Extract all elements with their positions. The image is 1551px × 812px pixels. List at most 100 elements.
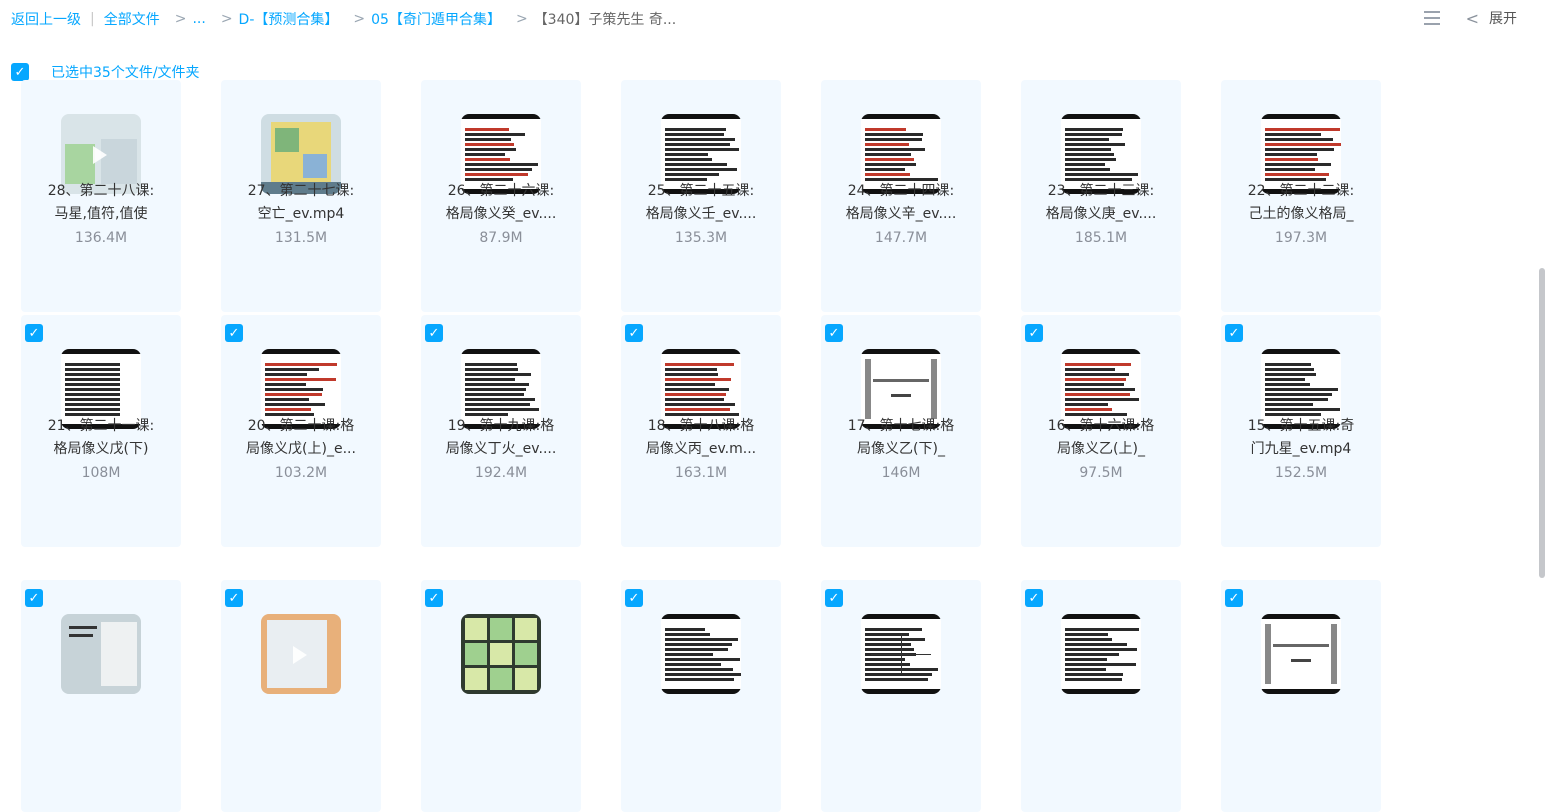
file-checkbox[interactable]: ✓	[25, 324, 43, 342]
separator: |	[90, 11, 95, 27]
file-checkbox[interactable]: ✓	[425, 589, 443, 607]
file-name[interactable]: 18、第十八课:格 局像义丙_ev.m...	[629, 415, 773, 461]
file-checkbox[interactable]: ✓	[425, 324, 443, 342]
thumb-shape	[69, 634, 93, 637]
file-card[interactable]: 28、第二十八课: 马星,值符,值使 136.4M	[21, 80, 181, 312]
thumb-text-line	[865, 143, 909, 146]
file-thumbnail[interactable]	[61, 614, 141, 694]
file-name[interactable]: 16、第十六课:格 局像义乙(上)_	[1029, 415, 1173, 461]
thumb-text-line	[1265, 158, 1318, 161]
thumb-shape	[865, 359, 871, 419]
thumb-text-line	[865, 663, 910, 666]
thumb-text-line	[1265, 128, 1340, 131]
file-card[interactable]: ✓ 15、第十五课:奇 门九星_ev.mp4 152.5M	[1221, 315, 1381, 547]
thumb-letterbox	[1061, 614, 1141, 619]
thumb-text-line	[465, 173, 528, 176]
file-name[interactable]: 20、第二十课:格 局像义戊(上)_e...	[229, 415, 373, 461]
file-name[interactable]: 22、第二十二课: 己土的像义格局_	[1229, 180, 1373, 226]
list-view-icon[interactable]	[1423, 11, 1440, 25]
file-name[interactable]: 27、第二十七课: 空亡_ev.mp4	[229, 180, 373, 226]
file-name[interactable]: 15、第十五课:奇 门九星_ev.mp4	[1229, 415, 1373, 461]
thumb-shape	[1273, 644, 1329, 647]
file-checkbox[interactable]: ✓	[1025, 324, 1043, 342]
expand-button[interactable]: 展开	[1489, 8, 1517, 28]
file-name[interactable]: 26、第二十六课: 格局像义癸_ev....	[429, 180, 573, 226]
file-checkbox[interactable]: ✓	[225, 324, 243, 342]
file-checkbox[interactable]: ✓	[225, 589, 243, 607]
file-name[interactable]: 28、第二十八课: 马星,值符,值使	[29, 180, 173, 226]
file-card[interactable]: 26、第二十六课: 格局像义癸_ev.... 87.9M	[421, 80, 581, 312]
file-card[interactable]: ✓ 21、第二十一课: 格局像义戊(下) 108M	[21, 315, 181, 547]
file-name[interactable]: 23、第二十三课: 格局像义庚_ev....	[1029, 180, 1173, 226]
thumb-text-line	[465, 158, 510, 161]
file-card[interactable]: ✓	[21, 580, 181, 812]
thumb-text-line	[1265, 368, 1314, 371]
thumb-shape	[515, 618, 537, 640]
file-card[interactable]: ✓ 17、第十七课:格 局像义乙(下)_ 146M	[821, 315, 981, 547]
file-checkbox[interactable]: ✓	[1025, 589, 1043, 607]
file-card[interactable]: ✓ 18、第十八课:格 局像义丙_ev.m... 163.1M	[621, 315, 781, 547]
file-card[interactable]: 27、第二十七课: 空亡_ev.mp4 131.5M	[221, 80, 381, 312]
file-size: 163.1M	[674, 465, 728, 481]
chevron-right-icon: >	[353, 11, 366, 27]
file-card[interactable]: 23、第二十三课: 格局像义庚_ev.... 185.1M	[1021, 80, 1181, 312]
file-card[interactable]: ✓	[621, 580, 781, 812]
thumb-text-line	[665, 658, 740, 661]
thumb-text-line	[1065, 633, 1108, 636]
thumb-text-line	[1065, 653, 1119, 656]
thumb-shape	[515, 668, 537, 690]
thumb-text-line	[1265, 148, 1334, 151]
file-card[interactable]: ✓	[821, 580, 981, 812]
select-all-checkbox[interactable]: ✓	[11, 63, 29, 81]
breadcrumb-ellipsis[interactable]: ...	[192, 11, 205, 27]
file-card[interactable]: 24、第二十四课: 格局像义辛_ev.... 147.7M	[821, 80, 981, 312]
file-card[interactable]: ✓	[1221, 580, 1381, 812]
file-card[interactable]: 25、第二十五课: 格局像义壬_ev.... 135.3M	[621, 80, 781, 312]
thumb-text-line	[1065, 133, 1122, 136]
breadcrumb-qimen[interactable]: 05【奇门遁甲合集】	[371, 9, 501, 29]
scrollbar[interactable]	[1539, 268, 1545, 578]
file-thumbnail[interactable]	[661, 614, 741, 694]
thumb-text-line	[665, 138, 735, 141]
file-thumbnail[interactable]	[1261, 614, 1341, 694]
file-checkbox[interactable]: ✓	[1225, 589, 1243, 607]
file-thumbnail[interactable]	[461, 614, 541, 694]
file-thumbnail[interactable]	[861, 614, 941, 694]
thumb-text-line	[1065, 173, 1138, 176]
thumb-letterbox	[1261, 614, 1341, 619]
thumb-text-line	[465, 403, 530, 406]
file-name[interactable]: 25、第二十五课: 格局像义壬_ev....	[629, 180, 773, 226]
file-card[interactable]: 22、第二十二课: 己土的像义格局_ 197.3M	[1221, 80, 1381, 312]
file-name[interactable]: 21、第二十一课: 格局像义戊(下)	[29, 415, 173, 461]
file-name[interactable]: 19、第十九课:格 局像义丁火_ev....	[429, 415, 573, 461]
file-checkbox[interactable]: ✓	[625, 324, 643, 342]
thumb-text-line	[65, 378, 120, 381]
file-thumbnail[interactable]	[261, 614, 341, 694]
file-card[interactable]: ✓	[421, 580, 581, 812]
file-card[interactable]: ✓ 16、第十六课:格 局像义乙(上)_ 97.5M	[1021, 315, 1181, 547]
breadcrumb-all-files[interactable]: 全部文件	[104, 9, 160, 29]
file-name[interactable]: 17、第十七课:格 局像义乙(下)_	[829, 415, 973, 461]
file-card[interactable]: ✓ 20、第二十课:格 局像义戊(上)_e... 103.2M	[221, 315, 381, 547]
breadcrumb-prediction[interactable]: D-【预测合集】	[239, 9, 339, 29]
thumb-text-line	[665, 128, 726, 131]
file-checkbox[interactable]: ✓	[1225, 324, 1243, 342]
file-checkbox[interactable]: ✓	[825, 324, 843, 342]
file-size: 152.5M	[1274, 465, 1328, 481]
file-card[interactable]: ✓ 19、第十九课:格 局像义丁火_ev.... 192.4M	[421, 315, 581, 547]
file-checkbox[interactable]: ✓	[25, 589, 43, 607]
breadcrumb: 返回上一级 | 全部文件 > ... > D-【预测合集】 > 05【奇门遁甲合…	[11, 9, 676, 29]
file-checkbox[interactable]: ✓	[825, 589, 843, 607]
chevron-left-icon[interactable]: <	[1466, 9, 1479, 28]
thumb-text-line	[1065, 158, 1116, 161]
thumb-text-line	[1065, 398, 1139, 401]
file-name-line2: 格局像义庚_ev....	[1045, 206, 1157, 222]
thumb-text-line	[1065, 148, 1111, 151]
thumb-text-line	[865, 168, 905, 171]
file-card[interactable]: ✓	[221, 580, 381, 812]
file-thumbnail[interactable]	[1061, 614, 1141, 694]
file-checkbox[interactable]: ✓	[625, 589, 643, 607]
file-name[interactable]: 24、第二十四课: 格局像义辛_ev....	[829, 180, 973, 226]
file-card[interactable]: ✓	[1021, 580, 1181, 812]
back-link[interactable]: 返回上一级	[11, 9, 81, 29]
